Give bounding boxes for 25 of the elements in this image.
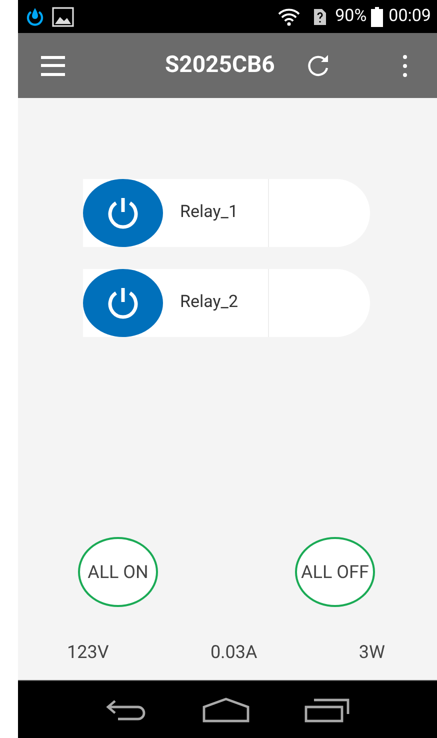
app-title: S2025CB6	[165, 50, 275, 80]
relay-switch[interactable]: Relay_2	[83, 269, 370, 337]
relay-switch[interactable]: Relay_1	[83, 179, 370, 247]
meter-reading: 0.03A	[210, 641, 258, 665]
all-switch-button[interactable]: ALL OFF	[295, 537, 375, 607]
relay-name: Relay_2	[180, 291, 240, 314]
power-button[interactable]	[83, 179, 163, 247]
wifi-icon	[277, 6, 302, 26]
all-switch-button[interactable]: ALL ON	[78, 537, 158, 607]
meter-reading: 123V	[67, 641, 109, 665]
power-icon	[105, 285, 141, 321]
clock-time: 00:09	[388, 4, 431, 28]
meter-reading: 3W	[358, 641, 385, 665]
home-icon[interactable]	[202, 696, 250, 722]
image-icon	[52, 6, 74, 26]
menu-button[interactable]	[41, 56, 65, 76]
power-icon	[105, 195, 141, 231]
recent-apps-icon[interactable]	[304, 696, 350, 722]
power-drop-icon	[24, 6, 46, 28]
sim-card-icon	[313, 8, 328, 26]
battery-icon	[370, 6, 383, 26]
relay-name: Relay_1	[180, 201, 240, 224]
battery-percent: 90%	[335, 4, 367, 28]
overflow-menu-icon[interactable]	[402, 54, 408, 78]
power-button[interactable]	[83, 269, 163, 337]
